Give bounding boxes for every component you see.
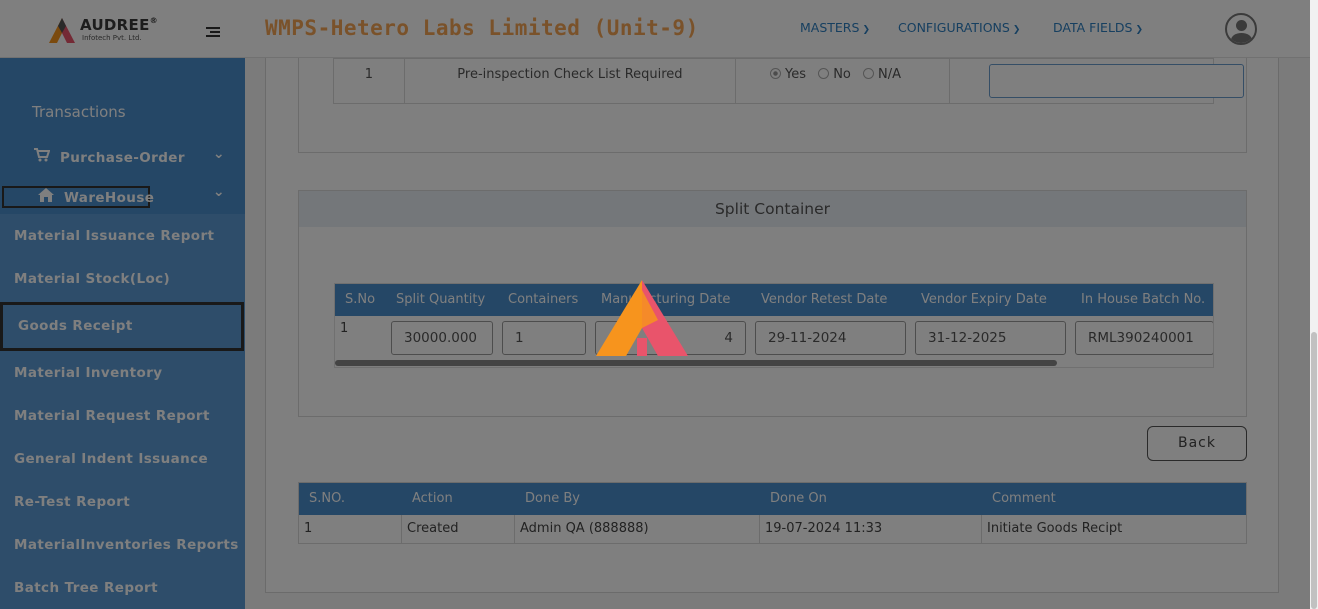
page-vertical-scrollbar[interactable] xyxy=(1310,0,1318,609)
loading-spinner-icon xyxy=(596,280,688,356)
scrollbar-thumb[interactable] xyxy=(1311,332,1317,609)
